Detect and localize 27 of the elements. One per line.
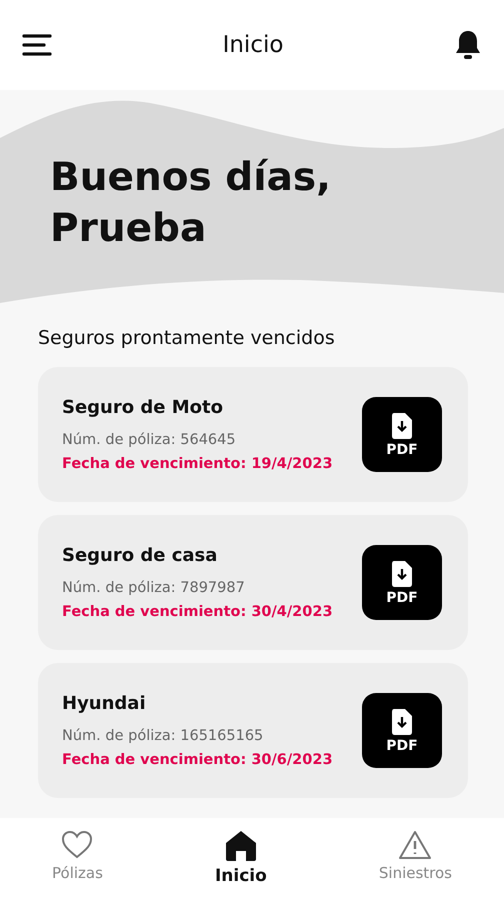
policy-number: Núm. de póliza: 7897987 <box>62 580 246 596</box>
user-name: Prueba <box>50 204 208 252</box>
policy-name: Hyundai <box>62 693 147 714</box>
policy-number: Núm. de póliza: 564645 <box>62 432 237 448</box>
bell-icon[interactable] <box>454 29 482 61</box>
page-title: Inicio <box>222 32 284 58</box>
warning-icon <box>398 830 432 860</box>
menu-icon[interactable] <box>22 33 52 57</box>
home-icon <box>224 830 258 862</box>
expiry-date: Fecha de vencimiento: 30/4/2023 <box>62 604 333 620</box>
nav-tab[interactable]: Pólizas <box>44 818 111 900</box>
pdf-button[interactable]: PDF <box>362 693 442 768</box>
nav-tab[interactable]: Inicio <box>206 818 275 900</box>
policy-number: Núm. de póliza: 165165165 <box>62 728 264 744</box>
pdf-button[interactable]: PDF <box>362 545 442 620</box>
policy-name: Seguro de casa <box>62 545 218 566</box>
heart-icon <box>61 830 94 860</box>
expiry-date: Fecha de vencimiento: 19/4/2023 <box>62 456 333 472</box>
section-title: Seguros prontamente vencidos <box>37 326 336 351</box>
pdf-button[interactable]: PDF <box>362 397 442 472</box>
expiry-date: Fecha de vencimiento: 30/6/2023 <box>62 752 333 768</box>
file-download-icon <box>390 708 414 736</box>
file-download-icon <box>390 560 414 588</box>
nav-tab[interactable]: Siniestros <box>370 818 460 900</box>
policy-name: Seguro de Moto <box>62 397 224 418</box>
greeting-line: Buenos días, <box>50 154 332 202</box>
file-download-icon <box>390 412 414 440</box>
